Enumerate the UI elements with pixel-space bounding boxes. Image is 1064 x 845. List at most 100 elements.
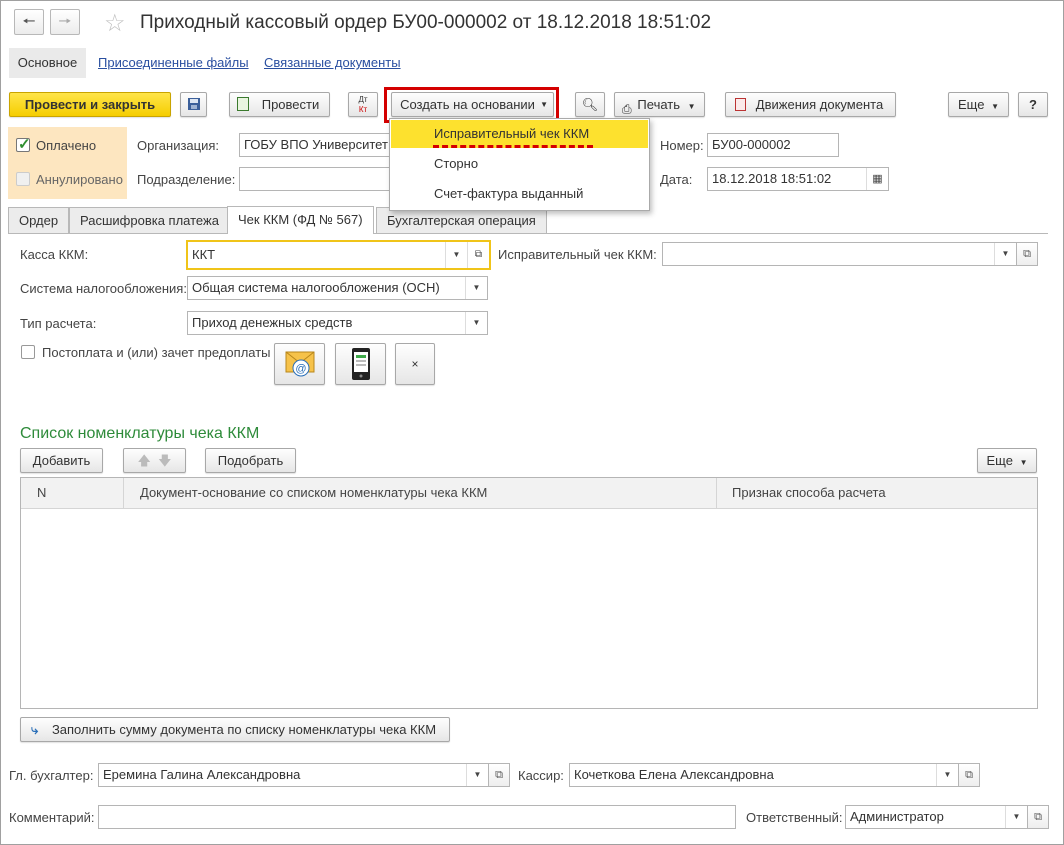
- post-and-close-button[interactable]: Провести и закрыть: [9, 92, 171, 117]
- close-icon: ×: [411, 357, 419, 371]
- tab-related-docs[interactable]: Связанные документы: [264, 48, 401, 78]
- chevron-down-icon: ▼: [991, 102, 999, 111]
- tab-kkm-check[interactable]: Чек ККМ (ФД № 567): [227, 206, 374, 234]
- number-label: Номер:: [660, 138, 704, 153]
- accountant-label: Гл. бухгалтер:: [9, 768, 94, 783]
- open-icon[interactable]: ⧉: [488, 763, 510, 787]
- more-button[interactable]: Еще ▼: [948, 92, 1009, 117]
- chevron-down-icon[interactable]: ▼: [1005, 806, 1027, 828]
- tab-payment-details[interactable]: Расшифровка платежа: [69, 207, 230, 233]
- arrow-down-icon[interactable]: 🡇: [158, 453, 171, 468]
- tabs-divider: [8, 233, 1048, 234]
- column-divider: [123, 478, 124, 509]
- menu-item-label: Сторно: [434, 156, 479, 171]
- chevron-down-icon[interactable]: ▼: [936, 764, 958, 786]
- menu-item-label: Счет-фактура выданный: [434, 186, 584, 201]
- checkmark-icon: ✓: [18, 136, 31, 153]
- number-field[interactable]: БУ00-000002: [707, 133, 839, 157]
- menu-item-invoice[interactable]: Счет-фактура выданный: [391, 180, 648, 208]
- save-icon: [187, 98, 200, 110]
- corr-check-label: Исправительный чек ККМ:: [498, 247, 657, 262]
- menu-item-corrective-check[interactable]: Исправительный чек ККМ: [391, 120, 648, 148]
- tab-main[interactable]: Основное: [9, 48, 86, 78]
- back-button[interactable]: 🠔: [14, 9, 44, 35]
- paid-label: Оплачено: [36, 138, 97, 153]
- fill-sum-label: Заполнить сумму документа по списку номе…: [51, 722, 437, 737]
- open-icon[interactable]: ⧉: [1016, 242, 1038, 266]
- accountant-field[interactable]: Еремина Галина Александровна ▼: [98, 763, 489, 787]
- responsible-field[interactable]: Администратор ▼: [845, 805, 1028, 829]
- save-button[interactable]: [180, 92, 207, 117]
- search-icon: 🔍︎: [581, 97, 599, 112]
- canceled-checkbox[interactable]: [16, 172, 30, 186]
- list-more-button[interactable]: Еще ▼: [977, 448, 1037, 473]
- pick-button[interactable]: Подобрать: [205, 448, 296, 473]
- arrow-left-icon: 🠔: [22, 13, 36, 30]
- chevron-down-icon[interactable]: ▼: [466, 764, 488, 786]
- add-button[interactable]: Добавить: [20, 448, 103, 473]
- corr-check-field[interactable]: ▼: [662, 242, 1017, 266]
- chevron-down-icon: ▼: [687, 102, 696, 111]
- send-email-button[interactable]: @: [274, 343, 325, 385]
- column-header-payment-method[interactable]: Признак способа расчета: [732, 478, 886, 508]
- dt-kt-button[interactable]: Дт Кт: [348, 92, 378, 117]
- arrow-up-icon[interactable]: 🡅: [138, 453, 151, 468]
- comment-field[interactable]: [98, 805, 736, 829]
- post-button[interactable]: Провести: [229, 92, 330, 117]
- postpay-checkbox[interactable]: [21, 345, 35, 359]
- list-more-label: Еще: [986, 453, 1013, 468]
- date-value: 18.12.2018 18:51:02: [712, 171, 832, 186]
- column-divider: [716, 478, 717, 509]
- column-header-base-doc[interactable]: Документ-основание со списком номенклату…: [140, 478, 487, 508]
- movements-button[interactable]: Движения документа: [725, 92, 896, 117]
- tax-system-field[interactable]: Общая система налогообложения (ОСН) ▼: [187, 276, 488, 300]
- kassa-label: Касса ККМ:: [20, 247, 89, 262]
- cashier-value: Кочеткова Елена Александровна: [574, 767, 774, 782]
- report-icon: [735, 98, 746, 111]
- chevron-down-icon[interactable]: ▼: [445, 242, 467, 268]
- chevron-down-icon[interactable]: ▼: [465, 277, 487, 299]
- underline-marker: [433, 145, 593, 148]
- open-icon[interactable]: ⧉: [1027, 805, 1049, 829]
- search-button[interactable]: 🔍︎: [575, 92, 605, 117]
- tab-attached-files[interactable]: Присоединенные файлы: [98, 48, 249, 78]
- movements-label: Движения документа: [755, 97, 884, 112]
- open-icon[interactable]: ⧉: [467, 242, 489, 268]
- cashier-field[interactable]: Кочеткова Елена Александровна ▼: [569, 763, 959, 787]
- nomenclature-table[interactable]: [20, 477, 1038, 709]
- email-icon: @: [285, 351, 314, 377]
- dept-field[interactable]: [239, 167, 391, 191]
- column-header-n[interactable]: N: [37, 478, 46, 508]
- chevron-down-icon: ▼: [540, 100, 548, 109]
- print-button[interactable]: ⎙ Печать ▼: [614, 92, 705, 117]
- menu-item-storno[interactable]: Сторно: [391, 150, 648, 178]
- arrow-right-icon: 🠖: [58, 13, 72, 30]
- open-icon[interactable]: ⧉: [958, 763, 980, 787]
- kassa-field[interactable]: ККТ ▼ ⧉: [186, 240, 491, 270]
- payment-type-field[interactable]: Приход денежных средств ▼: [187, 311, 488, 335]
- post-icon: [237, 97, 249, 111]
- forward-button[interactable]: 🠖: [50, 9, 80, 35]
- payment-type-value: Приход денежных средств: [192, 315, 353, 330]
- fill-sum-button[interactable]: ⤷ Заполнить сумму документа по списку но…: [20, 717, 450, 742]
- kassa-value: ККТ: [192, 247, 216, 262]
- fill-arrow-icon: ⤷: [31, 722, 39, 737]
- move-buttons[interactable]: 🡅 🡇: [123, 448, 186, 473]
- star-icon[interactable]: ☆: [104, 9, 126, 38]
- calendar-icon[interactable]: ▦: [866, 168, 888, 190]
- clear-button[interactable]: ×: [395, 343, 435, 385]
- paid-checkbox[interactable]: ✓: [16, 136, 31, 153]
- tab-order[interactable]: Ордер: [8, 207, 70, 233]
- create-based-button[interactable]: Создать на основании ▼: [391, 92, 554, 117]
- payment-type-label: Тип расчета:: [20, 316, 97, 331]
- chevron-down-icon[interactable]: ▼: [994, 243, 1016, 265]
- date-field[interactable]: 18.12.2018 18:51:02 ▦: [707, 167, 889, 191]
- send-sms-button[interactable]: [335, 343, 386, 385]
- more-label: Еще: [958, 97, 985, 112]
- org-field[interactable]: ГОБУ ВПО Университет: [239, 133, 391, 157]
- help-button[interactable]: ?: [1018, 92, 1048, 117]
- phone-icon: [351, 348, 370, 380]
- create-based-menu: Исправительный чек ККМ Сторно Счет-факту…: [389, 118, 650, 211]
- chevron-down-icon[interactable]: ▼: [465, 312, 487, 334]
- org-label: Организация:: [137, 138, 220, 153]
